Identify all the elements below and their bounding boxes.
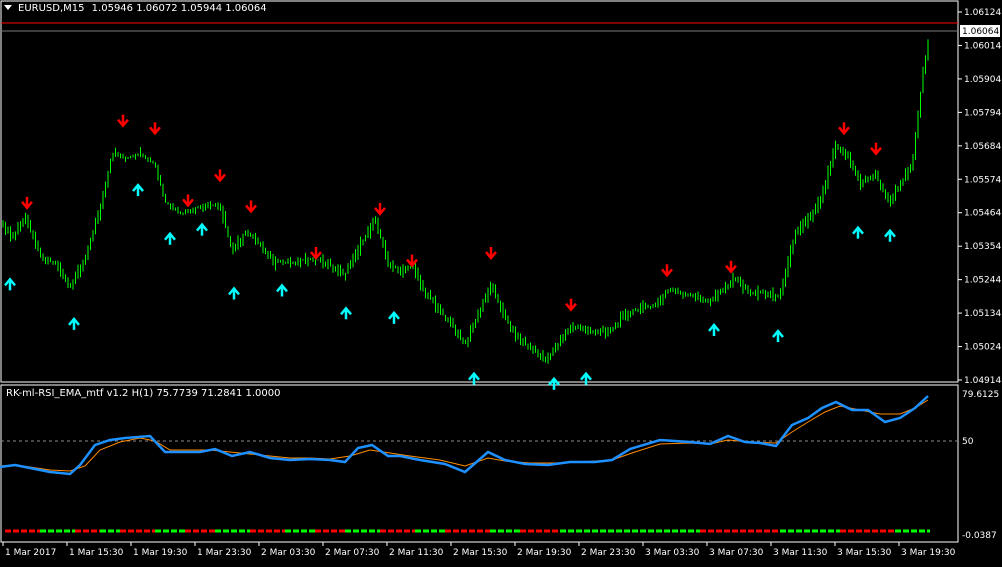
- sell-arrow-icon: [117, 114, 129, 128]
- price-tick-label: 1.04914: [964, 376, 1001, 386]
- chart-window[interactable]: 1.06124 1.06014 1.05904 1.05794 1.05684 1.055…: [0, 0, 1002, 563]
- sell-arrow-icon: [374, 202, 386, 216]
- chart-canvas[interactable]: 1.06124 1.06014 1.05904 1.05794 1.05684 1.055…: [0, 0, 1002, 563]
- buy-arrow-icon: [468, 371, 480, 385]
- buy-arrow-icon: [708, 323, 720, 336]
- time-tick-label: 3 Mar 03:30: [645, 548, 700, 558]
- buy-arrow-icon: [548, 376, 560, 390]
- current-price-label: 1.06064: [962, 27, 999, 37]
- buy-arrow-icon: [884, 228, 896, 242]
- ind-axis-mid: 50: [962, 437, 974, 447]
- buy-arrow-icon: [4, 277, 16, 291]
- time-tick-label: 1 Mar 2017: [5, 548, 56, 558]
- main-chart-header: EURUSD,M15 1.05946 1.06072 1.05944 1.060…: [18, 3, 267, 14]
- ema-line: [0, 399, 929, 472]
- price-tick-label: 1.05134: [964, 309, 1001, 319]
- time-tick-label: 3 Mar 19:30: [901, 548, 956, 558]
- time-tick-label: 2 Mar 15:30: [453, 548, 508, 558]
- sell-arrow-icon: [565, 298, 577, 312]
- buy-arrow-icon: [276, 283, 288, 297]
- price-axis: 1.06124 1.06014 1.05904 1.05794 1.05684 1.055…: [958, 8, 1001, 386]
- price-tick-label: 1.05244: [964, 276, 1001, 286]
- time-tick-label: 2 Mar 07:30: [325, 548, 380, 558]
- sell-arrow-icon: [661, 264, 673, 278]
- time-tick-label: 1 Mar 19:30: [133, 548, 188, 558]
- buy-arrow-icon: [132, 183, 144, 197]
- price-tick-label: 1.05464: [964, 209, 1001, 219]
- time-tick-label: 2 Mar 19:30: [517, 548, 572, 558]
- time-tick-label: 1 Mar 15:30: [69, 548, 124, 558]
- price-tick-label: 1.05904: [964, 75, 1001, 85]
- time-tick-label: 3 Mar 15:30: [837, 548, 892, 558]
- buy-arrow-icon: [388, 310, 400, 324]
- ind-axis-bottom: -0.0387: [962, 531, 997, 541]
- time-tick-label: 2 Mar 11:30: [389, 548, 444, 558]
- time-tick-label: 2 Mar 23:30: [581, 548, 636, 558]
- buy-arrow-icon: [196, 222, 208, 236]
- sell-arrow-icon: [838, 122, 850, 136]
- price-candles: [2, 39, 929, 364]
- time-tick-label: 3 Mar 07:30: [709, 548, 764, 558]
- sell-arrow-icon: [870, 142, 882, 156]
- price-tick-label: 1.05354: [964, 242, 1001, 252]
- chart-menu-triangle-icon[interactable]: [4, 5, 12, 10]
- buy-arrow-icon: [164, 231, 176, 245]
- sell-arrow-icon: [485, 247, 497, 260]
- sell-arrow-icon: [725, 260, 737, 274]
- sell-arrow-icon: [21, 196, 33, 210]
- symbol-label: EURUSD,M15: [18, 3, 85, 14]
- main-chart-border: [0, 0, 959, 383]
- buy-arrow-icon: [580, 371, 592, 385]
- price-tick-label: 1.05684: [964, 142, 1001, 152]
- buy-arrow-icon: [340, 306, 352, 320]
- price-tick-label: 1.05024: [964, 343, 1001, 353]
- indicator-border: [0, 384, 959, 543]
- time-tick-label: 3 Mar 11:30: [773, 548, 828, 558]
- price-tick-label: 1.06124: [964, 8, 1001, 18]
- price-tick-label: 1.06014: [964, 41, 1001, 51]
- indicator-header: RK-ml-RSI_EMA_mtf v1.2 H(1) 75.7739 71.2…: [6, 388, 281, 399]
- rsi-line: [0, 395, 929, 476]
- ohlc-label: 1.05946 1.06072 1.05944 1.06064: [91, 3, 267, 14]
- time-tick-label: 1 Mar 23:30: [197, 548, 252, 558]
- sell-arrow-icon: [182, 194, 194, 208]
- time-axis: 1 Mar 2017 1 Mar 15:30 1 Mar 19:30 1 Mar 23…: [2, 542, 956, 558]
- indicator-lines: [0, 395, 929, 476]
- sell-arrow-icon: [310, 247, 322, 260]
- sell-arrow-icon: [149, 122, 161, 136]
- buy-arrow-icon: [852, 225, 864, 239]
- ind-axis-top: 79.6125: [962, 390, 999, 400]
- buy-arrow-icon: [68, 316, 80, 330]
- price-tick-label: 1.05574: [964, 175, 1001, 185]
- time-tick-label: 2 Mar 03:30: [261, 548, 316, 558]
- sell-arrow-icon: [214, 169, 226, 183]
- buy-arrow-icon: [228, 286, 240, 300]
- price-tick-label: 1.05794: [964, 108, 1001, 118]
- sell-arrow-icon: [245, 200, 257, 214]
- buy-arrow-icon: [772, 329, 784, 343]
